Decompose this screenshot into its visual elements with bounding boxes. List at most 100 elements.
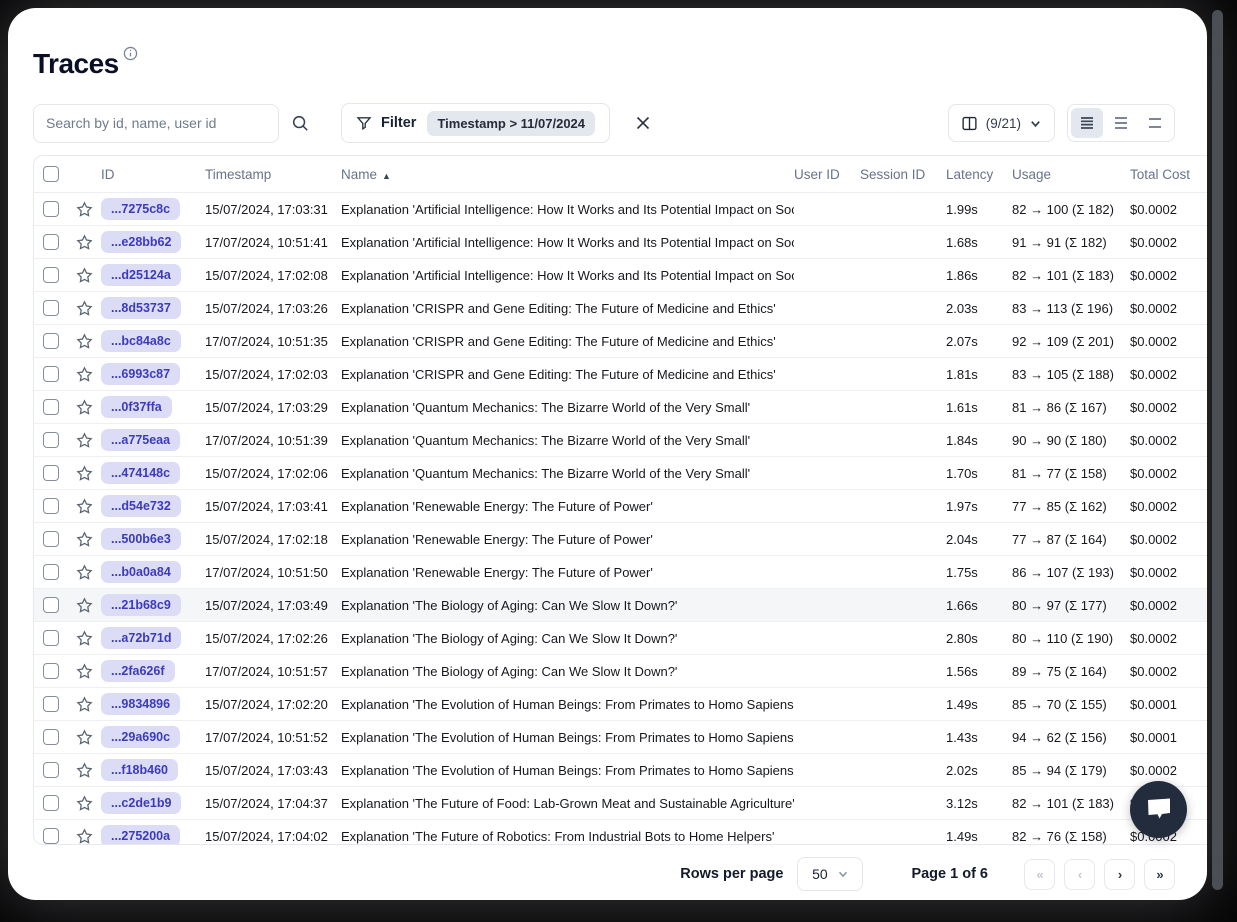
filter-badge[interactable]: Timestamp > 11/07/2024 [427, 111, 595, 136]
row-checkbox[interactable] [43, 333, 59, 349]
select-all-checkbox[interactable] [43, 166, 59, 182]
bookmark-star-icon[interactable] [68, 762, 101, 779]
trace-id-badge[interactable]: ...9834896 [101, 693, 180, 715]
bookmark-star-icon[interactable] [68, 630, 101, 647]
table-row[interactable]: ...474148c 15/07/2024, 17:02:06 Explanat… [34, 457, 1207, 490]
trace-id-badge[interactable]: ...bc84a8c [101, 330, 181, 352]
bookmark-star-icon[interactable] [68, 729, 101, 746]
bookmark-star-icon[interactable] [68, 663, 101, 680]
bookmark-star-icon[interactable] [68, 795, 101, 812]
column-header-total-cost[interactable]: Total Cost [1130, 167, 1207, 182]
column-header-session-id[interactable]: Session ID [860, 167, 946, 182]
trace-id-badge[interactable]: ...6993c87 [101, 363, 180, 385]
column-header-usage[interactable]: Usage [1012, 167, 1130, 182]
trace-id-badge[interactable]: ...a72b71d [101, 627, 181, 649]
trace-id-badge[interactable]: ...d54e732 [101, 495, 181, 517]
trace-id-badge[interactable]: ...474148c [101, 462, 180, 484]
bookmark-star-icon[interactable] [68, 498, 101, 515]
row-checkbox[interactable] [43, 498, 59, 514]
table-row[interactable]: ...275200a 15/07/2024, 17:04:02 Explanat… [34, 820, 1207, 845]
row-checkbox[interactable] [43, 564, 59, 580]
trace-id-badge[interactable]: ...d25124a [101, 264, 181, 286]
column-visibility-button[interactable]: (9/21) [948, 104, 1055, 142]
row-checkbox[interactable] [43, 729, 59, 745]
row-checkbox[interactable] [43, 630, 59, 646]
search-icon[interactable] [281, 104, 319, 142]
trace-id-badge[interactable]: ...275200a [101, 825, 180, 845]
trace-id-badge[interactable]: ...7275c8c [101, 198, 180, 220]
row-checkbox[interactable] [43, 465, 59, 481]
table-row[interactable]: ...bc84a8c 17/07/2024, 10:51:35 Explanat… [34, 325, 1207, 358]
column-header-id[interactable]: ID [101, 167, 205, 182]
bookmark-star-icon[interactable] [68, 366, 101, 383]
trace-id-badge[interactable]: ...c2de1b9 [101, 792, 181, 814]
column-header-name[interactable]: Name▲ [341, 167, 794, 182]
column-header-latency[interactable]: Latency [946, 167, 1012, 182]
row-height-relaxed-icon[interactable] [1139, 108, 1171, 138]
row-checkbox[interactable] [43, 399, 59, 415]
bookmark-star-icon[interactable] [68, 234, 101, 251]
table-row[interactable]: ...21b68c9 15/07/2024, 17:03:49 Explanat… [34, 589, 1207, 622]
row-checkbox[interactable] [43, 795, 59, 811]
table-row[interactable]: ...9834896 15/07/2024, 17:02:20 Explanat… [34, 688, 1207, 721]
bookmark-star-icon[interactable] [68, 696, 101, 713]
trace-id-badge[interactable]: ...e28bb62 [101, 231, 181, 253]
table-row[interactable]: ...6993c87 15/07/2024, 17:02:03 Explanat… [34, 358, 1207, 391]
bookmark-star-icon[interactable] [68, 399, 101, 416]
trace-id-badge[interactable]: ...2fa626f [101, 660, 175, 682]
bookmark-star-icon[interactable] [68, 333, 101, 350]
filter-button[interactable]: Filter Timestamp > 11/07/2024 [341, 103, 610, 143]
trace-id-badge[interactable]: ...21b68c9 [101, 594, 181, 616]
table-row[interactable]: ...2fa626f 17/07/2024, 10:51:57 Explanat… [34, 655, 1207, 688]
row-checkbox[interactable] [43, 696, 59, 712]
trace-id-badge[interactable]: ...b0a0a84 [101, 561, 181, 583]
row-checkbox[interactable] [43, 234, 59, 250]
table-row[interactable]: ...a72b71d 15/07/2024, 17:02:26 Explanat… [34, 622, 1207, 655]
bookmark-star-icon[interactable] [68, 267, 101, 284]
bookmark-star-icon[interactable] [68, 597, 101, 614]
bookmark-star-icon[interactable] [68, 432, 101, 449]
previous-page-button[interactable]: ‹ [1064, 859, 1095, 890]
table-row[interactable]: ...8d53737 15/07/2024, 17:03:26 Explanat… [34, 292, 1207, 325]
bookmark-star-icon[interactable] [68, 300, 101, 317]
row-checkbox[interactable] [43, 531, 59, 547]
table-row[interactable]: ...0f37ffa 15/07/2024, 17:03:29 Explanat… [34, 391, 1207, 424]
last-page-button[interactable]: » [1144, 859, 1175, 890]
column-header-user-id[interactable]: User ID [794, 167, 860, 182]
window-scrollbar[interactable] [1212, 10, 1223, 890]
row-checkbox[interactable] [43, 762, 59, 778]
info-icon[interactable] [123, 46, 138, 61]
table-row[interactable]: ...a775eaa 17/07/2024, 10:51:39 Explanat… [34, 424, 1207, 457]
bookmark-star-icon[interactable] [68, 531, 101, 548]
table-row[interactable]: ...500b6e3 15/07/2024, 17:02:18 Explanat… [34, 523, 1207, 556]
row-checkbox[interactable] [43, 828, 59, 844]
bookmark-star-icon[interactable] [68, 465, 101, 482]
rows-per-page-select[interactable]: 50 [797, 857, 863, 891]
trace-id-badge[interactable]: ...500b6e3 [101, 528, 181, 550]
row-checkbox[interactable] [43, 432, 59, 448]
row-checkbox[interactable] [43, 300, 59, 316]
table-row[interactable]: ...29a690c 17/07/2024, 10:51:52 Explanat… [34, 721, 1207, 754]
first-page-button[interactable]: « [1024, 859, 1055, 890]
next-page-button[interactable]: › [1104, 859, 1135, 890]
row-checkbox[interactable] [43, 201, 59, 217]
trace-id-badge[interactable]: ...a775eaa [101, 429, 180, 451]
row-checkbox[interactable] [43, 597, 59, 613]
table-row[interactable]: ...e28bb62 17/07/2024, 10:51:41 Explanat… [34, 226, 1207, 259]
chat-widget-button[interactable] [1130, 781, 1187, 838]
trace-id-badge[interactable]: ...0f37ffa [101, 396, 172, 418]
bookmark-star-icon[interactable] [68, 201, 101, 218]
bookmark-star-icon[interactable] [68, 564, 101, 581]
trace-id-badge[interactable]: ...8d53737 [101, 297, 181, 319]
row-height-medium-icon[interactable] [1105, 108, 1137, 138]
row-height-compact-icon[interactable] [1071, 108, 1103, 138]
row-checkbox[interactable] [43, 366, 59, 382]
row-checkbox[interactable] [43, 267, 59, 283]
trace-id-badge[interactable]: ...29a690c [101, 726, 180, 748]
bookmark-star-icon[interactable] [68, 828, 101, 845]
table-row[interactable]: ...d54e732 15/07/2024, 17:03:41 Explanat… [34, 490, 1207, 523]
clear-filter-icon[interactable] [628, 108, 658, 138]
table-row[interactable]: ...d25124a 15/07/2024, 17:02:08 Explanat… [34, 259, 1207, 292]
search-input[interactable] [46, 115, 266, 131]
trace-id-badge[interactable]: ...f18b460 [101, 759, 178, 781]
